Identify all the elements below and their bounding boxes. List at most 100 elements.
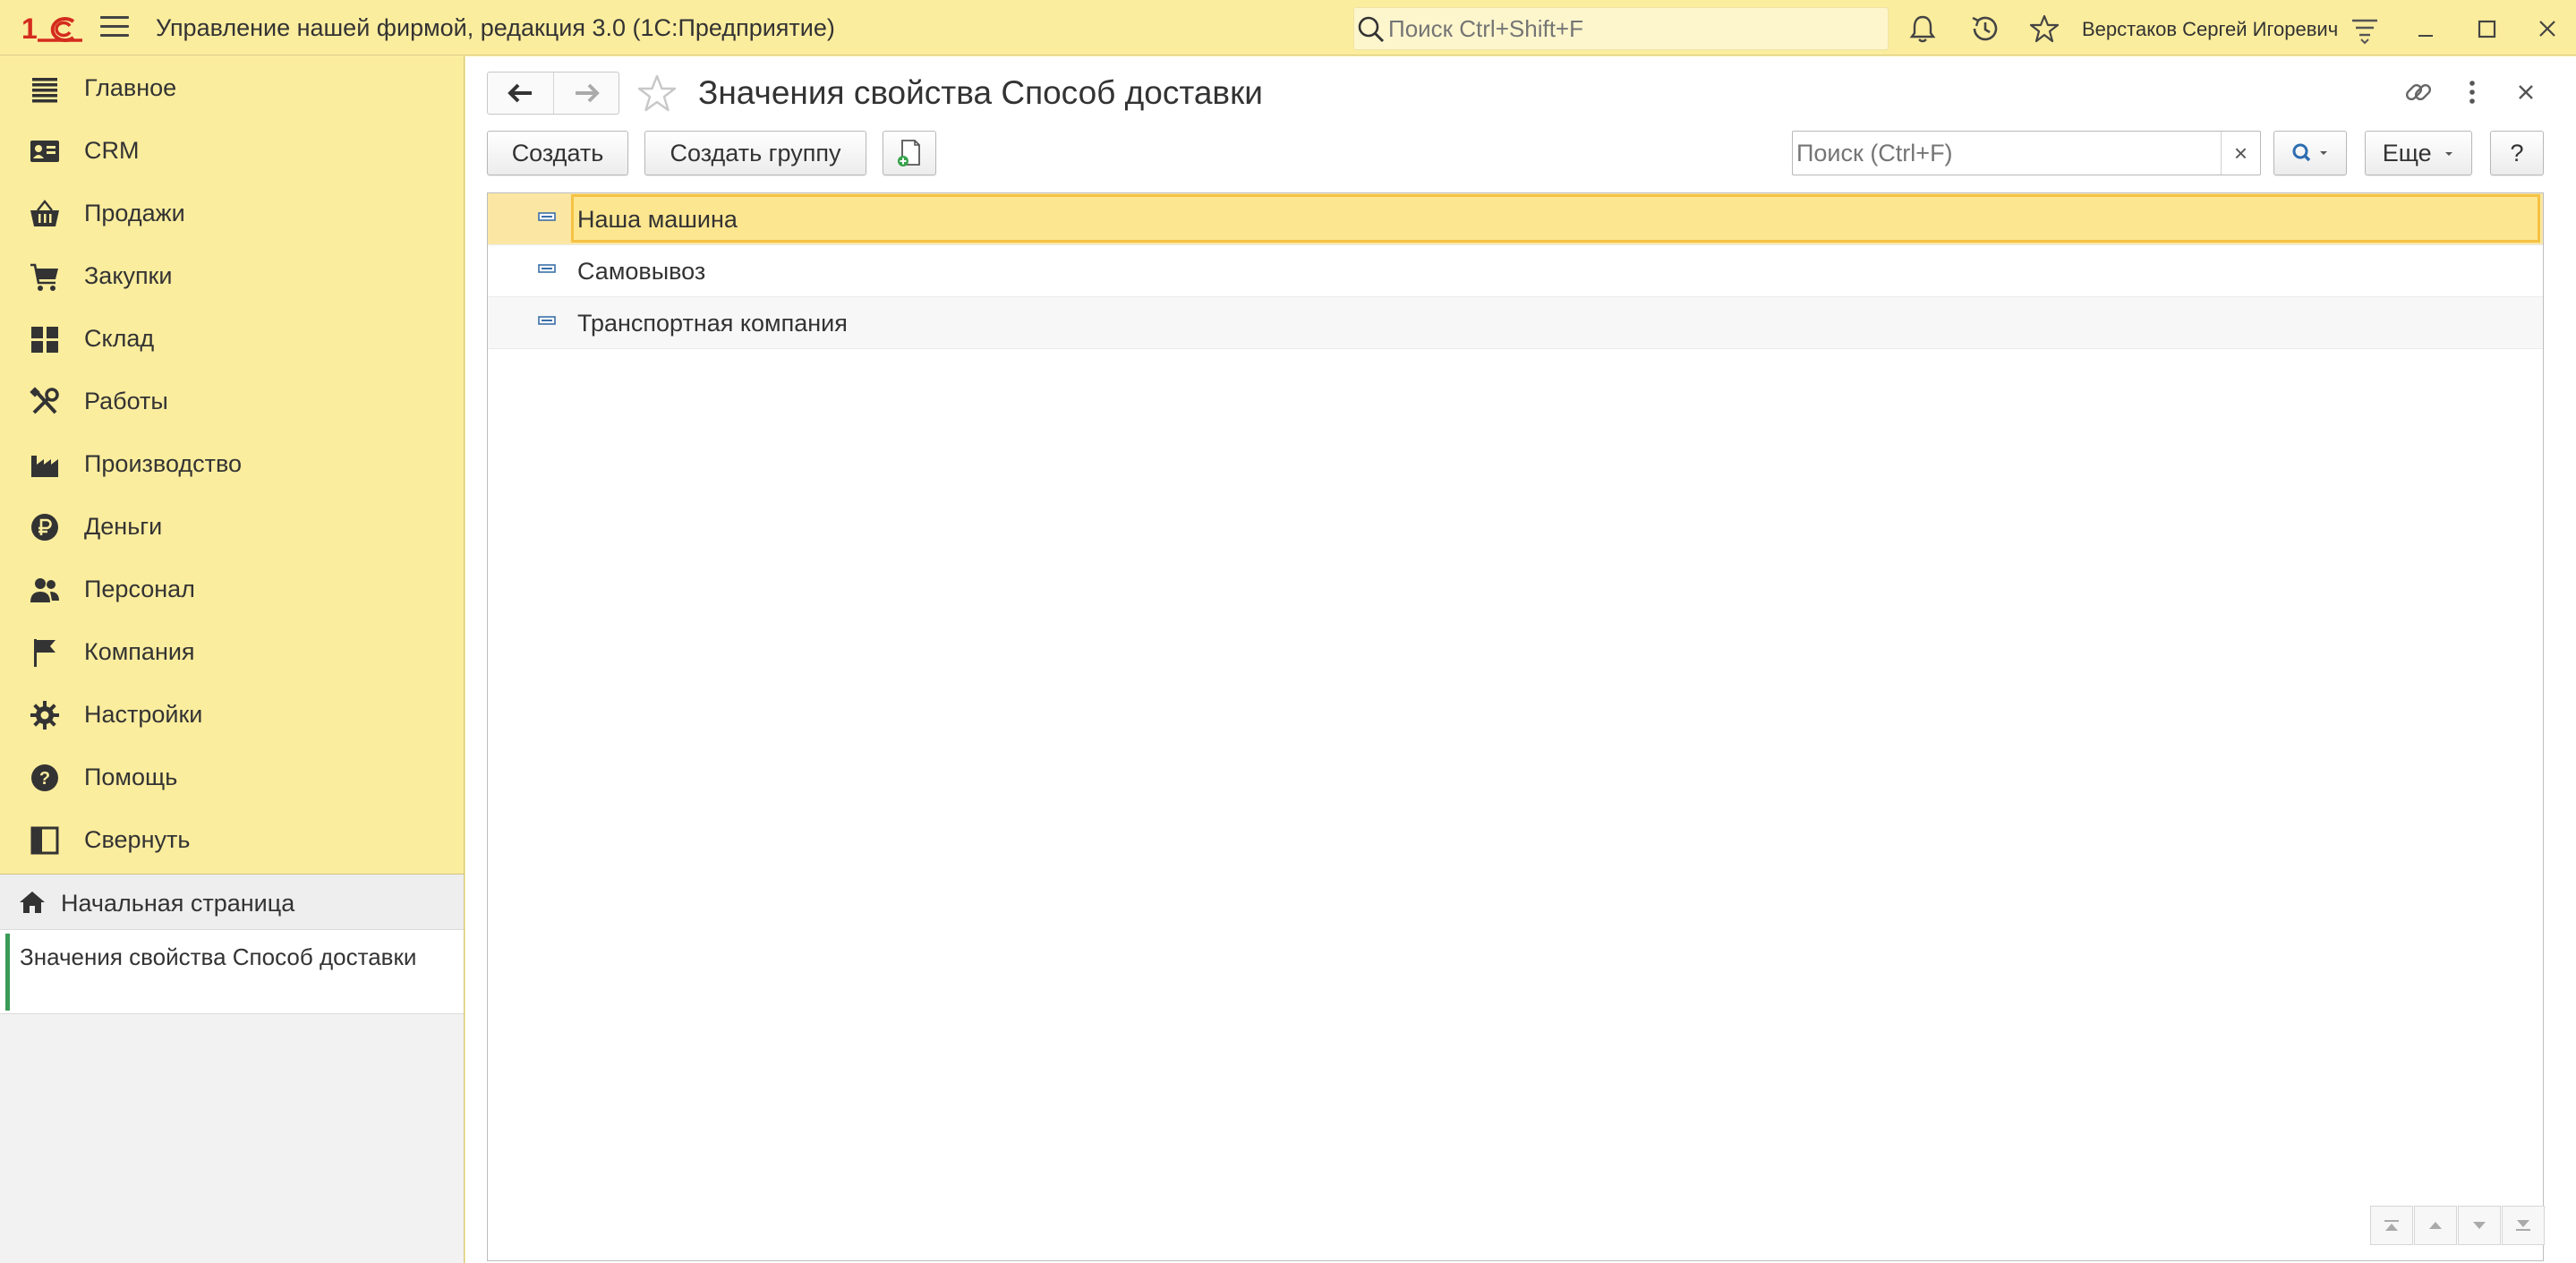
section-warehouse[interactable]: Склад	[0, 307, 464, 370]
home-icon	[20, 892, 45, 913]
section-label: Продажи	[84, 200, 185, 226]
list-row[interactable]: Транспортная компания	[488, 297, 2543, 349]
forward-button[interactable]	[553, 73, 618, 114]
more-actions-icon[interactable]	[2454, 74, 2490, 110]
contact-card-icon	[30, 141, 59, 162]
section-label: Компания	[84, 638, 195, 665]
chevron-down-icon	[2445, 152, 2453, 157]
section-label: Работы	[84, 388, 168, 414]
scroll-bottom-icon	[2516, 1220, 2530, 1231]
scroll-top-button[interactable]	[2370, 1206, 2413, 1245]
section-money[interactable]: Деньги	[0, 495, 464, 558]
cart-icon	[30, 263, 58, 291]
history-navigation	[487, 72, 619, 115]
list-scroll-controls	[2370, 1206, 2546, 1245]
sections-panel: Главное CRM Продажи Закупки Склад Работы…	[0, 56, 465, 1263]
help-icon: ?	[31, 764, 58, 791]
close-form-icon[interactable]	[2508, 74, 2544, 110]
maximize-icon[interactable]	[2470, 13, 2503, 45]
section-main[interactable]: Главное	[0, 56, 464, 119]
main-menu-icon[interactable]	[100, 16, 129, 39]
section-label: Персонал	[84, 576, 195, 602]
app-logo[interactable]: 1	[21, 11, 82, 45]
create-group-button[interactable]: Создать группу	[644, 131, 866, 175]
section-help[interactable]: ? Помощь	[0, 746, 464, 808]
section-sales[interactable]: Продажи	[0, 182, 464, 244]
section-label: Свернуть	[84, 826, 191, 853]
global-search[interactable]	[1353, 7, 1889, 50]
values-list[interactable]: Наша машина Самовывоз Транспортная компа…	[487, 192, 2544, 1261]
add-to-favorites-icon[interactable]	[635, 73, 678, 115]
section-label: Настройки	[84, 701, 203, 728]
section-personnel[interactable]: Персонал	[0, 558, 464, 620]
section-label: Закупки	[84, 262, 173, 289]
svg-text:?: ?	[39, 769, 50, 789]
help-button[interactable]: ?	[2490, 131, 2544, 175]
form-area: Значения свойства Способ доставки Создат…	[465, 56, 2576, 1263]
form-title: Значения свойства Способ доставки	[698, 74, 1263, 111]
collapse-panel-button[interactable]: Свернуть	[0, 808, 464, 871]
search-options-button[interactable]	[2273, 131, 2347, 175]
create-button[interactable]: Создать	[487, 131, 628, 175]
home-page-link[interactable]: Начальная страница	[0, 875, 464, 930]
collapse-panel-icon	[30, 826, 59, 855]
settings-menu-icon[interactable]	[2349, 13, 2381, 45]
arrow-right-icon	[576, 83, 600, 103]
copy-new-icon	[898, 140, 920, 166]
list-row[interactable]: Самовывоз	[488, 245, 2543, 297]
global-search-input[interactable]	[1388, 13, 1872, 44]
section-label: Помощь	[84, 764, 178, 790]
open-window-tab[interactable]: Значения свойства Способ доставки	[0, 930, 464, 1014]
row-text: Самовывоз	[577, 258, 706, 285]
people-icon	[30, 578, 59, 602]
basket-icon	[30, 200, 59, 226]
link-icon[interactable]	[2401, 74, 2436, 110]
scroll-bottom-button[interactable]	[2502, 1206, 2545, 1245]
section-purchases[interactable]: Закупки	[0, 244, 464, 307]
row-text: Транспортная компания	[577, 310, 848, 337]
bell-icon[interactable]	[1906, 13, 1939, 45]
open-window-label: Значения свойства Способ доставки	[20, 943, 417, 970]
section-crm[interactable]: CRM	[0, 119, 464, 182]
search-dropdown-icon	[2292, 143, 2327, 162]
factory-icon	[31, 456, 58, 477]
gear-icon	[30, 701, 59, 730]
section-settings[interactable]: Настройки	[0, 683, 464, 746]
list-search-input[interactable]	[1796, 135, 2217, 171]
list-icon	[32, 78, 57, 103]
tools-icon	[30, 387, 59, 414]
search-icon	[1358, 16, 1385, 43]
section-label: Склад	[84, 325, 155, 352]
arrow-left-icon	[507, 83, 532, 103]
copy-button[interactable]	[883, 131, 936, 175]
scroll-top-icon	[2384, 1220, 2399, 1231]
section-label: CRM	[84, 137, 140, 164]
favorites-star-icon[interactable]	[2028, 13, 2060, 45]
section-production[interactable]: Производство	[0, 432, 464, 495]
svg-text:1: 1	[21, 13, 37, 45]
row-text: Наша машина	[577, 206, 738, 233]
more-button[interactable]: Еще	[2365, 131, 2472, 175]
active-tab-indicator	[5, 934, 10, 1011]
list-row[interactable]: Наша машина	[488, 193, 2543, 245]
scroll-up-icon	[2429, 1222, 2442, 1229]
item-icon	[538, 316, 556, 325]
history-icon[interactable]	[1969, 13, 2001, 45]
item-icon	[538, 264, 556, 273]
flag-icon	[34, 639, 55, 667]
scroll-up-button[interactable]	[2414, 1206, 2457, 1245]
scroll-down-icon	[2473, 1222, 2486, 1229]
section-company[interactable]: Компания	[0, 620, 464, 683]
scroll-down-button[interactable]	[2458, 1206, 2501, 1245]
app-title: Управление нашей фирмой, редакция 3.0 (1…	[156, 14, 835, 41]
back-button[interactable]	[488, 73, 553, 114]
close-window-icon[interactable]	[2531, 13, 2563, 45]
minimize-icon[interactable]	[2410, 13, 2442, 45]
section-works[interactable]: Работы	[0, 370, 464, 432]
ruble-icon	[31, 514, 58, 541]
current-user[interactable]: Верстаков Сергей Игоревич	[2082, 18, 2338, 41]
grid-icon	[31, 327, 58, 353]
more-button-label: Еще	[2382, 139, 2432, 166]
selected-cell	[571, 194, 2540, 243]
clear-search-button[interactable]: ×	[2221, 132, 2260, 175]
